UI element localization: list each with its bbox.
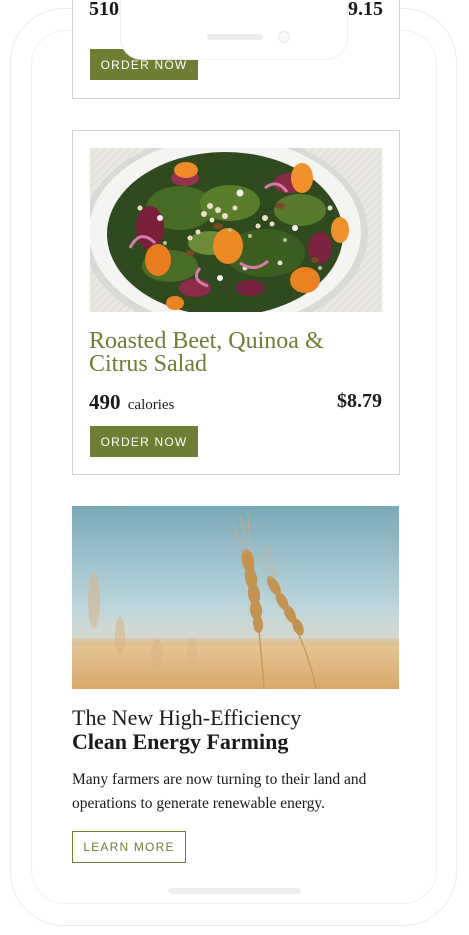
phone-notch	[120, 0, 348, 60]
calories: 490 calories	[89, 390, 174, 415]
front-camera	[278, 31, 290, 43]
learn-more-button[interactable]: LEARN MORE	[72, 831, 186, 863]
home-indicator	[168, 888, 301, 894]
calories-label: calories	[127, 397, 175, 413]
speaker-grille	[207, 34, 263, 40]
article-title-light: The New High-Efficiency	[72, 705, 302, 730]
screen: 510 $9.15 ORDER NOW Roasted Beet, Quinoa…	[32, 0, 436, 903]
calories-value: 490	[89, 390, 121, 414]
price: $8.79	[337, 390, 382, 412]
order-now-button[interactable]: ORDER NOW	[90, 426, 198, 457]
wheat-field-image	[72, 506, 399, 689]
article-title-bold: Clean Energy Farming	[72, 729, 289, 754]
article-body: Many farmers are now turning to their la…	[72, 771, 367, 812]
dish-title: Roasted Beet, Quinoa & Citrus Salad	[89, 328, 324, 377]
menu-card: Roasted Beet, Quinoa & Citrus Salad 490 …	[72, 130, 400, 475]
previous-calories: 510	[89, 0, 119, 20]
article-title: The New High-Efficiency Clean Energy Far…	[72, 706, 402, 754]
salad-image	[90, 148, 382, 312]
